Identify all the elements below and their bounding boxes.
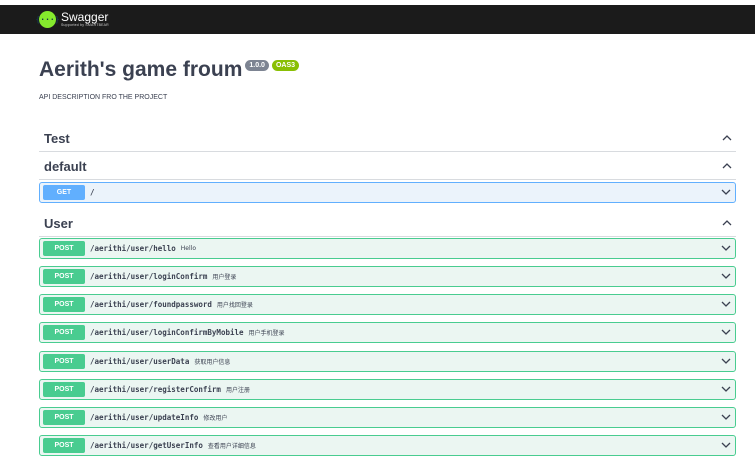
operation-post-found-password[interactable]: POST /aerithi/user/foundpassword 用户找回登录 <box>39 294 736 315</box>
swagger-logo[interactable]: {···} Swagger Supported by SMARTBEAR <box>35 11 109 28</box>
logo-subtitle: Supported by SMARTBEAR <box>61 23 109 28</box>
version-badge: 1.0.0 <box>245 60 269 71</box>
operation-summary: 用户登录 <box>212 274 237 281</box>
top-bar: {···} Swagger Supported by SMARTBEAR <box>0 5 755 34</box>
chevron-down-icon[interactable] <box>721 413 731 423</box>
operation-summary: 用户找回登录 <box>216 302 253 309</box>
method-badge: POST <box>43 297 85 312</box>
operation-path: /aerithi/user/foundpassword <box>90 300 212 309</box>
tag-test-label: Test <box>44 130 70 146</box>
tag-user[interactable]: User <box>39 210 736 237</box>
chevron-down-icon[interactable] <box>721 441 731 451</box>
method-badge: POST <box>43 410 85 425</box>
chevron-up-icon[interactable] <box>718 161 736 172</box>
method-badge: POST <box>43 354 85 369</box>
operation-summary: 用户手机登录 <box>248 330 285 337</box>
chevron-down-icon[interactable] <box>721 272 731 282</box>
operation-path: / <box>90 188 95 197</box>
chevron-down-icon[interactable] <box>721 328 731 338</box>
method-badge: POST <box>43 438 85 453</box>
operation-summary: 查看用户详细信息 <box>207 443 256 450</box>
chevron-up-icon[interactable] <box>718 133 736 144</box>
page-title: Aerith's game froum <box>39 58 243 81</box>
method-badge: POST <box>43 269 85 284</box>
operation-path: /aerithi/user/getUserInfo <box>90 441 203 450</box>
operation-path: /aerithi/user/userData <box>90 357 190 366</box>
operation-summary: 获取用户信息 <box>194 359 231 366</box>
method-badge: POST <box>43 382 85 397</box>
chevron-down-icon[interactable] <box>721 300 731 310</box>
api-info: Aerith's game froum 1.0.0 OAS3 API DESCR… <box>39 58 300 101</box>
operation-post-get-user-info[interactable]: POST /aerithi/user/getUserInfo 查看用户详细信息 <box>39 435 736 456</box>
chevron-down-icon[interactable] <box>721 357 731 367</box>
swagger-logo-icon: {···} <box>35 11 60 28</box>
tag-test[interactable]: Test <box>39 125 736 152</box>
title-row: Aerith's game froum 1.0.0 OAS3 <box>39 58 300 82</box>
logo-text: Swagger Supported by SMARTBEAR <box>61 11 109 28</box>
operation-post-login-confirm[interactable]: POST /aerithi/user/loginConfirm 用户登录 <box>39 266 736 287</box>
tag-default-label: default <box>44 158 87 174</box>
chevron-down-icon[interactable] <box>721 188 731 198</box>
operation-path: /aerithi/user/loginConfirm <box>90 272 208 281</box>
operation-path: /aerithi/user/loginConfirmByMobile <box>90 328 244 337</box>
operation-path: /aerithi/user/registerConfirm <box>90 385 221 394</box>
api-description: API DESCRIPTION FRO THE PROJECT <box>39 94 168 101</box>
tag-default[interactable]: default <box>39 153 736 180</box>
operation-summary: 修改用户 <box>203 415 228 422</box>
chevron-down-icon[interactable] <box>721 244 731 254</box>
method-badge: POST <box>43 241 85 256</box>
operation-path: /aerithi/user/updateInfo <box>90 413 199 422</box>
logo-name: Swagger <box>61 10 109 25</box>
operation-get-root[interactable]: GET / <box>39 182 736 203</box>
operation-path: /aerithi/user/hello <box>90 244 176 253</box>
operation-summary: 用户注册 <box>225 387 250 394</box>
chevron-down-icon[interactable] <box>721 385 731 395</box>
method-badge: POST <box>43 325 85 340</box>
operation-post-hello[interactable]: POST /aerithi/user/hello Hello <box>39 238 736 259</box>
operation-post-user-data[interactable]: POST /aerithi/user/userData 获取用户信息 <box>39 351 736 372</box>
operation-post-login-confirm-by-mobile[interactable]: POST /aerithi/user/loginConfirmByMobile … <box>39 322 736 343</box>
operation-summary: Hello <box>180 245 197 252</box>
oas-badge: OAS3 <box>271 60 300 71</box>
operation-post-register-confirm[interactable]: POST /aerithi/user/registerConfirm 用户注册 <box>39 379 736 400</box>
tag-user-label: User <box>44 215 73 231</box>
chevron-up-icon[interactable] <box>718 218 736 229</box>
method-badge: GET <box>43 185 85 200</box>
operation-post-update-info[interactable]: POST /aerithi/user/updateInfo 修改用户 <box>39 407 736 428</box>
